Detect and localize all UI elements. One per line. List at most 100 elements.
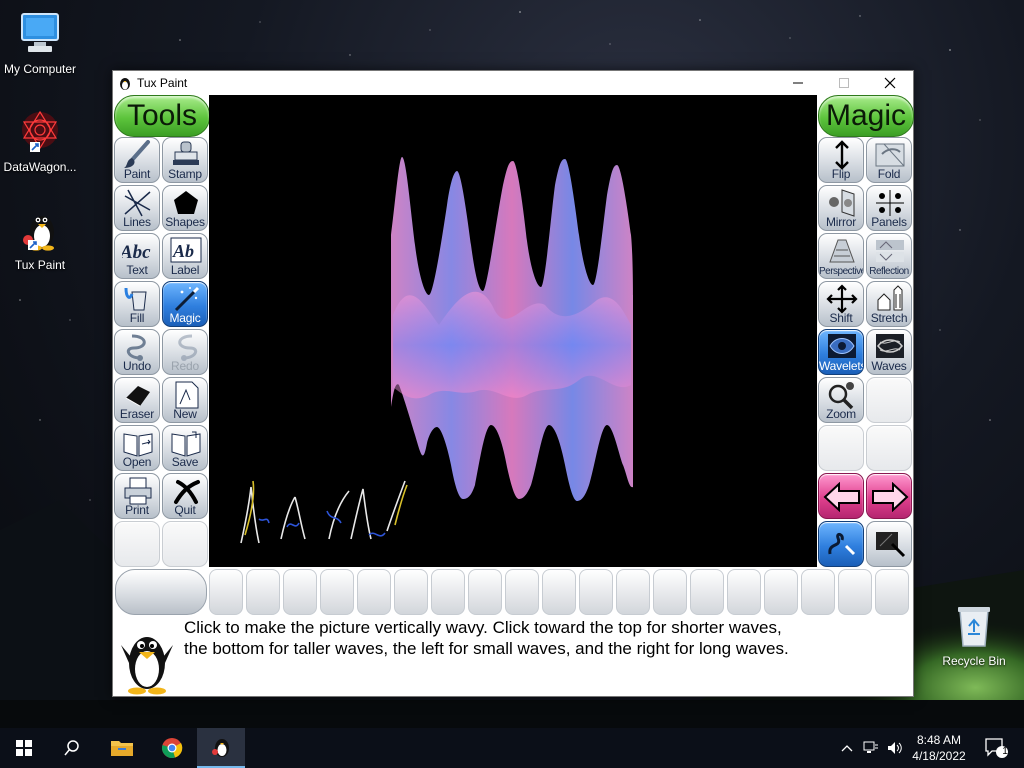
text-abc-icon: Abc [122, 242, 151, 263]
squiggle-marks [240, 480, 408, 544]
tool-undo-button[interactable]: Undo [114, 329, 160, 375]
tray-volume[interactable] [884, 728, 906, 768]
search-button[interactable] [48, 728, 96, 768]
maximize-button[interactable] [821, 71, 867, 95]
notification-count: 1 [1002, 746, 1008, 757]
instructions-line: Click to make the picture vertically wav… [184, 618, 782, 637]
tool-label: Label [170, 263, 200, 277]
save-book-icon [171, 431, 201, 457]
magic-next-page-button[interactable] [866, 473, 912, 519]
tool-redo-button[interactable]: Redo [162, 329, 208, 375]
magic-perspective-button[interactable]: Perspective [818, 233, 864, 279]
tool-stamp-button[interactable]: Stamp [162, 137, 208, 183]
color-swatch[interactable] [320, 569, 354, 615]
paint-bucket-icon [124, 287, 147, 311]
magic-fold-button[interactable]: Fold [866, 137, 912, 183]
color-swatch[interactable] [579, 569, 613, 615]
recycle-bin-icon [958, 607, 990, 647]
color-swatch[interactable] [283, 569, 317, 615]
redo-icon [178, 334, 198, 361]
computer-icon [21, 13, 59, 52]
drawing-canvas[interactable] [209, 95, 817, 567]
color-swatch[interactable] [875, 569, 909, 615]
color-swatch[interactable] [209, 569, 243, 615]
tool-magic-button[interactable]: Magic [162, 281, 208, 327]
tool-label: Print [125, 503, 149, 517]
tool-quit-button[interactable]: Quit [162, 473, 208, 519]
tool-lines-button[interactable]: Lines [114, 185, 160, 231]
color-swatch[interactable] [394, 569, 428, 615]
tray-clock[interactable]: 8:48 AM 4/18/2022 [905, 732, 973, 764]
start-button[interactable] [0, 728, 48, 768]
title-bar[interactable]: Tux Paint [113, 71, 913, 95]
color-swatch[interactable] [431, 569, 465, 615]
color-swatch[interactable] [727, 569, 761, 615]
tool-eraser-button[interactable]: Eraser [114, 377, 160, 423]
desktop-icon-tux-paint[interactable]: Tux Paint [0, 206, 80, 272]
folder-icon [111, 741, 133, 756]
stamp-icon [173, 141, 199, 165]
fullscreen-mode-icon [876, 532, 906, 558]
tool-open-button[interactable]: Open [114, 425, 160, 471]
magic-reflection-button[interactable]: Reflection [866, 233, 912, 279]
magic-flip-button[interactable]: Flip [818, 137, 864, 183]
tool-label: Save [171, 455, 199, 469]
magic-panels-button[interactable]: Panels [866, 185, 912, 231]
tool-print-button[interactable]: Print [114, 473, 160, 519]
tool-shapes-button[interactable]: Shapes [162, 185, 208, 231]
magic-waves-button[interactable]: Waves [866, 329, 912, 375]
tool-label: New [173, 407, 197, 421]
tux-helper-penguin [121, 637, 173, 695]
desktop-icon-label: My Computer [3, 62, 77, 76]
color-swatch[interactable] [505, 569, 539, 615]
magic-shift-button[interactable]: Shift [818, 281, 864, 327]
magic-mirror-button[interactable]: Mirror [818, 185, 864, 231]
tool-fill-button[interactable]: Fill [114, 281, 160, 327]
color-swatch[interactable] [542, 569, 576, 615]
color-swatch[interactable] [357, 569, 391, 615]
tray-show-hidden-icons[interactable] [838, 728, 856, 768]
desktop-icon-my-computer[interactable]: My Computer [0, 10, 80, 76]
chrome-icon [162, 738, 183, 758]
magic-stretch-button[interactable]: Stretch [866, 281, 912, 327]
color-swatch[interactable] [764, 569, 798, 615]
desktop-icon-recycle-bin[interactable]: Recycle Bin [934, 602, 1014, 668]
tool-text-button[interactable]: Abc Text [114, 233, 160, 279]
magic-prev-page-button[interactable] [818, 473, 864, 519]
minimize-icon [793, 82, 803, 84]
magic-label: Shift [829, 311, 853, 325]
color-swatch[interactable] [616, 569, 650, 615]
quit-x-icon [174, 480, 200, 504]
tool-new-button[interactable]: New [162, 377, 208, 423]
tool-save-button[interactable]: Save [162, 425, 208, 471]
color-swatch[interactable] [653, 569, 687, 615]
taskbar-file-explorer[interactable] [98, 728, 146, 768]
color-swatch[interactable] [246, 569, 280, 615]
tool-label-button[interactable]: Ab Label [162, 233, 208, 279]
magic-zoom-button[interactable]: Zoom [818, 377, 864, 423]
tool-label: Lines [123, 215, 151, 229]
color-swatch[interactable] [838, 569, 872, 615]
close-button[interactable] [867, 71, 913, 95]
lines-icon [124, 189, 151, 217]
taskbar: 8:48 AM 4/18/2022 1 [0, 728, 1024, 768]
magic-label: Perspective [819, 266, 864, 277]
color-swatch[interactable] [690, 569, 724, 615]
magic-wavelets-button[interactable]: Wavelets [818, 329, 864, 375]
tool-label: Shapes [165, 215, 205, 229]
magic-wand-icon [174, 286, 200, 312]
taskbar-chrome[interactable] [148, 728, 196, 768]
tray-network[interactable] [860, 728, 882, 768]
notification-center-button[interactable]: 1 [978, 728, 1014, 768]
magic-fullscreen-mode-button[interactable] [866, 521, 912, 567]
magic-paint-mode-button[interactable] [818, 521, 864, 567]
tool-paint-button[interactable]: Paint [114, 137, 160, 183]
magic-empty-slot [866, 425, 912, 471]
eraser-icon [125, 386, 150, 407]
magic-label: Panels [871, 215, 907, 229]
desktop-icon-datawagon[interactable]: DataWagon... [0, 108, 80, 174]
taskbar-tux-paint[interactable] [197, 728, 245, 768]
color-swatch[interactable] [468, 569, 502, 615]
minimize-button[interactable] [775, 71, 821, 95]
color-swatch[interactable] [801, 569, 835, 615]
